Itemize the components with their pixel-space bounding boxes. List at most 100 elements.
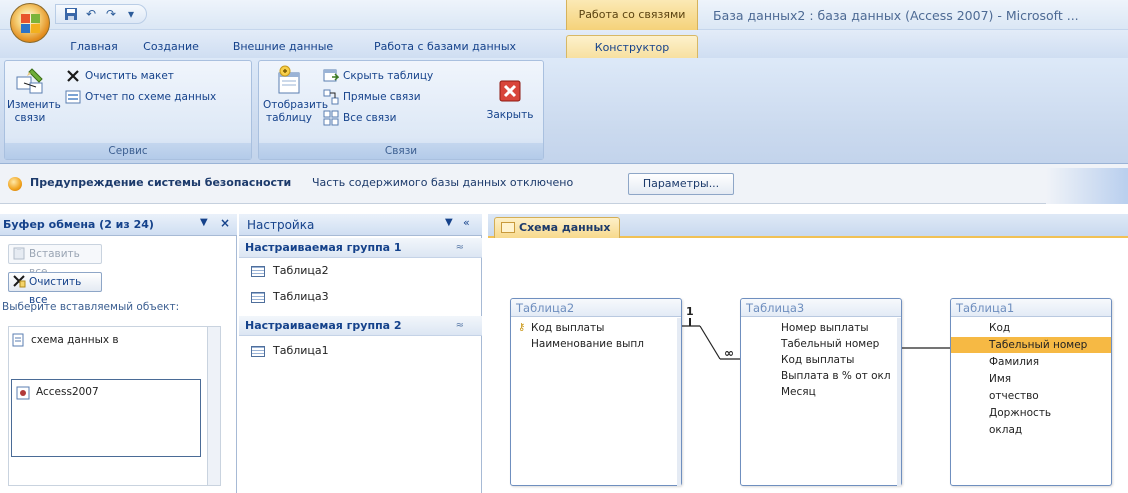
nav-item-table2[interactable]: Таблица2 (251, 262, 329, 280)
schema-report-button[interactable]: Отчет по схеме данных (65, 88, 216, 106)
table-window-table1[interactable]: Таблица1 Код Табельный номер Фамилия Имя… (950, 298, 1112, 486)
tab-external-data[interactable]: Внешние данные (224, 35, 342, 58)
table-icon (251, 265, 265, 277)
save-icon[interactable] (64, 7, 78, 21)
security-warning-title: Предупреждение системы безопасности (30, 176, 292, 189)
ribbon: Изменить связи Очистить макет Отчет по с… (0, 58, 1128, 164)
all-links-label: Все связи (343, 112, 397, 124)
paste-icon (12, 246, 28, 262)
field-row[interactable]: Код (989, 320, 1010, 336)
field-row[interactable]: Месяц (781, 384, 816, 400)
ribbon-tabs: Главная Создание Внешние данные Работа с… (0, 30, 1128, 58)
nav-item-table3[interactable]: Таблица3 (251, 288, 329, 306)
undo-icon[interactable]: ↶ (84, 7, 98, 21)
field-row[interactable]: Выплата в % от окл (781, 368, 891, 384)
table-window-title[interactable]: Таблица1 (951, 299, 1111, 317)
field-row[interactable]: оклад (989, 422, 1022, 438)
all-links-button[interactable]: Все связи (323, 109, 396, 127)
context-tab-title: Работа со связями (566, 0, 698, 30)
relation-many-label: ∞ (724, 346, 734, 360)
close-button[interactable]: Закрыть (483, 75, 537, 122)
all-links-icon (323, 110, 339, 126)
options-button[interactable]: Параметры... (628, 173, 734, 195)
primary-key-icon: ⚷ (518, 322, 526, 333)
nav-item-label: Таблица1 (273, 344, 329, 357)
hide-table-button[interactable]: Скрыть таблицу (323, 67, 433, 85)
document-area: Схема данных 1 ∞ Таблица2 ⚷ Код выплаты … (488, 214, 1128, 493)
clear-all-button[interactable]: Очистить все (8, 272, 102, 306)
collapse-group-icon[interactable]: ≈ (456, 238, 464, 258)
navigation-title[interactable]: Настройка (247, 218, 314, 232)
show-table-icon (273, 65, 305, 97)
clipboard-close-icon[interactable]: × (220, 216, 230, 230)
clear-all-icon (12, 274, 28, 290)
dropdown-icon[interactable]: ▾ (124, 7, 138, 21)
field-row[interactable]: Код выплаты (531, 320, 604, 336)
field-row[interactable]: Номер выплаты (781, 320, 869, 336)
table-window-title[interactable]: Таблица3 (741, 299, 901, 317)
navigation-menu-icon[interactable]: ▼ (445, 217, 453, 228)
security-warning-bar: Предупреждение системы безопасности Част… (0, 164, 1128, 204)
nav-item-label: Таблица3 (273, 290, 329, 303)
office-button[interactable] (10, 3, 50, 43)
edit-links-button[interactable]: Изменить связи (7, 65, 61, 125)
field-row[interactable]: Доржность (989, 405, 1051, 421)
report-icon (65, 89, 81, 105)
security-warning-message: Часть содержимого базы данных отключено (312, 176, 574, 189)
group-links: Отобразить таблицу Скрыть таблицу Прямые… (258, 60, 544, 160)
close-icon (494, 75, 526, 107)
table-icon (251, 345, 265, 357)
nav-item-table1[interactable]: Таблица1 (251, 342, 329, 360)
tab-create[interactable]: Создание (136, 35, 206, 58)
nav-group-1[interactable]: Настраиваемая группа 1 ≈ (239, 238, 482, 258)
schema-report-label: Отчет по схеме данных (85, 91, 217, 103)
table-window-title[interactable]: Таблица2 (511, 299, 681, 317)
collapse-group-icon[interactable]: ≈ (456, 316, 464, 336)
show-table-button[interactable]: Отобразить таблицу (263, 65, 328, 125)
field-row[interactable]: отчество (989, 388, 1039, 404)
window-title: База данных2 : база данных (Access 2007)… (713, 8, 1079, 23)
field-row-selected[interactable]: Табельный номер (951, 337, 1111, 353)
nav-group-label: Настраиваемая группа 1 (245, 241, 402, 254)
tab-design[interactable]: Конструктор (566, 35, 698, 58)
office-logo-icon (21, 14, 41, 34)
edit-links-label: Изменить связи (7, 99, 61, 124)
clipboard-item-label: Access2007 (36, 386, 99, 398)
table-window-table2[interactable]: Таблица2 ⚷ Код выплаты Наименование выпл (510, 298, 682, 486)
scrollbar[interactable] (897, 318, 901, 486)
clipboard-item[interactable]: Access2007 (11, 379, 201, 457)
field-row[interactable]: Табельный номер (781, 336, 879, 352)
clipboard-item[interactable]: схема данных в (11, 333, 119, 347)
navigation-pane: Настройка ▼ « Настраиваемая группа 1 ≈ Т… (239, 214, 482, 493)
quick-access-toolbar: ↶ ↷ ▾ (55, 4, 147, 24)
clipboard-pane: Буфер обмена (2 из 24) ▼ × Вставить все … (0, 214, 237, 493)
clipboard-list: схема данных в Access2007 (8, 326, 215, 486)
security-bar-decoration (1046, 168, 1128, 204)
clear-layout-button[interactable]: Очистить макет (65, 67, 174, 85)
field-row[interactable]: Наименование выпл (531, 336, 644, 352)
group-links-label: Связи (259, 143, 543, 159)
nav-item-label: Таблица2 (273, 264, 329, 277)
clipboard-scrollbar[interactable] (207, 326, 221, 486)
tab-home[interactable]: Главная (64, 35, 124, 58)
field-row[interactable]: Фамилия (989, 354, 1039, 370)
warning-icon (8, 177, 22, 191)
redo-icon[interactable]: ↷ (104, 7, 118, 21)
edit-links-icon (14, 65, 46, 97)
clipboard-item-label: схема данных в (31, 334, 119, 346)
table-icon (251, 291, 265, 303)
clipboard-header: Буфер обмена (2 из 24) ▼ × (0, 214, 237, 236)
field-row[interactable]: Имя (989, 371, 1011, 387)
tab-database-tools[interactable]: Работа с базами данных (356, 35, 534, 58)
navigation-collapse-icon[interactable]: « (463, 216, 470, 229)
direct-links-button[interactable]: Прямые связи (323, 88, 421, 106)
table-window-table3[interactable]: Таблица3 Номер выплаты Табельный номер К… (740, 298, 902, 486)
clipboard-menu-icon[interactable]: ▼ (200, 217, 208, 228)
nav-group-2[interactable]: Настраиваемая группа 2 ≈ (239, 316, 482, 336)
nav-group-label: Настраиваемая группа 2 (245, 319, 402, 332)
scrollbar[interactable] (677, 318, 681, 486)
field-row[interactable]: Код выплаты (781, 352, 854, 368)
access-icon (16, 386, 30, 400)
navigation-header: Настройка ▼ « (239, 214, 482, 236)
relation-one-label: 1 (686, 305, 694, 318)
